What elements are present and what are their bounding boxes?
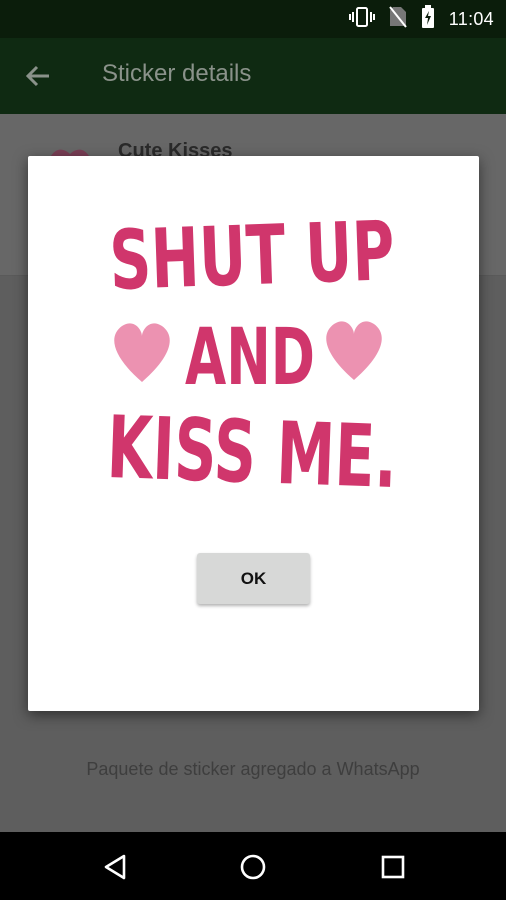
heart-right-icon xyxy=(326,321,382,380)
home-circle-icon xyxy=(240,854,266,880)
nav-back-button[interactable] xyxy=(98,850,132,884)
sticker-line-2: AND xyxy=(185,313,315,403)
system-nav-bar xyxy=(0,832,506,900)
back-triangle-icon xyxy=(104,854,126,880)
app-toolbar: Sticker details xyxy=(0,38,506,114)
status-bar: 11:04 xyxy=(0,0,506,38)
clock-time: 11:04 xyxy=(448,8,494,29)
back-button[interactable] xyxy=(20,58,56,94)
sticker-image: SHUT UP AND KISS ME. xyxy=(105,204,398,506)
pack-added-message: Paquete de sticker agregado a WhatsApp xyxy=(86,759,420,779)
sticker-line-1: SHUT UP xyxy=(108,204,396,309)
recents-square-icon xyxy=(381,855,405,879)
arrow-back-icon xyxy=(25,65,49,87)
ok-button[interactable]: OK xyxy=(197,553,310,604)
sticker-preview-dialog: SHUT UP AND KISS ME. OK xyxy=(28,156,479,711)
battery-charging-icon xyxy=(421,4,435,34)
no-sim-icon xyxy=(389,5,407,33)
nav-home-button[interactable] xyxy=(236,850,270,884)
nav-recents-button[interactable] xyxy=(376,850,410,884)
vibrate-icon xyxy=(348,6,375,33)
page-title: Sticker details xyxy=(102,60,252,87)
sticker-line-3: KISS ME. xyxy=(105,398,398,506)
heart-left-icon xyxy=(114,323,170,382)
